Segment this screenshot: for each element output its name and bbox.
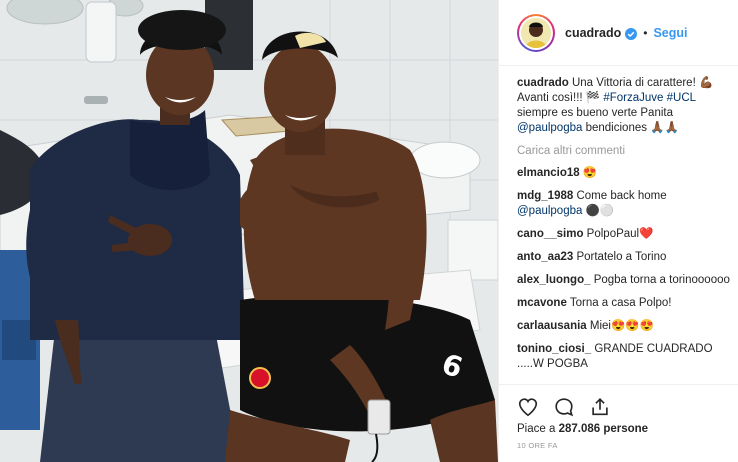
- header-separator: •: [643, 25, 648, 40]
- hashtag-ucl[interactable]: #UCL: [667, 92, 696, 104]
- comment-suffix: ⚫⚪: [582, 205, 615, 217]
- follow-button[interactable]: Segui: [653, 26, 687, 40]
- comment-text: Torna a casa Polpo!: [566, 297, 672, 309]
- post-caption: cuadrado Una Vittoria di carattere! 💪🏾 A…: [517, 76, 731, 136]
- comment-item: mdg_1988 Come back home @paulpogba ⚫⚪: [517, 189, 731, 219]
- caption-text-2: siempre es bueno verte Panita: [517, 107, 673, 119]
- comment-item: carlaausania Miei😍😍😍: [517, 319, 731, 334]
- post-header: cuadrado • Segui: [499, 0, 738, 66]
- comment-text: PolpoPaul❤️: [583, 228, 654, 240]
- share-icon[interactable]: [589, 396, 611, 418]
- comment-item: tonino_ciosi_ GRANDE CUADRADO .....W POG…: [517, 342, 731, 372]
- comments-section: cuadrado Una Vittoria di carattere! 💪🏾 A…: [517, 76, 731, 380]
- comment-username[interactable]: mdg_1988: [517, 190, 573, 202]
- comment-text: Portatelo a Torino: [573, 251, 667, 263]
- avatar-photo: [521, 17, 551, 48]
- likes-number: 287.086: [558, 423, 601, 435]
- comment-username[interactable]: mcavone: [517, 297, 567, 309]
- caption-text-3: bendiciones 🙏🏾🙏🏾: [582, 122, 679, 134]
- comment-item: mcavone Torna a casa Polpo!: [517, 296, 731, 311]
- comment-username[interactable]: anto_aa23: [517, 251, 573, 263]
- likes-prefix: Piace a: [517, 423, 559, 435]
- post-sidebar: cuadrado • Segui cuadrado Una Vittoria d…: [498, 0, 738, 462]
- post-photo[interactable]: 6: [0, 0, 498, 462]
- comment-username[interactable]: elmancio18: [517, 167, 580, 179]
- avatar[interactable]: [517, 13, 555, 52]
- comment-username[interactable]: carlaausania: [517, 320, 587, 332]
- comment-item: alex_luongo_ Pogba torna a torinoooooo: [517, 273, 731, 288]
- likes-suffix: persone: [600, 423, 649, 435]
- comment-username[interactable]: tonino_ciosi_: [517, 343, 591, 355]
- comment-text: Miei😍😍😍: [586, 320, 654, 332]
- comment-text: Come back home: [573, 190, 667, 202]
- action-bar: [517, 395, 738, 419]
- verified-badge-icon: [625, 27, 638, 40]
- comment-mention[interactable]: @paulpogba: [517, 205, 582, 217]
- likes-count[interactable]: Piace a 287.086 persone: [517, 423, 738, 435]
- comment-item: anto_aa23 Portatelo a Torino: [517, 250, 731, 265]
- mention-paulpogba[interactable]: @paulpogba: [517, 122, 582, 134]
- comment-item: cano__simo PolpoPaul❤️: [517, 227, 731, 242]
- comment-text: Pogba torna a torinoooooo: [590, 274, 730, 286]
- post-footer: Piace a 287.086 persone 10 ORE FA: [499, 384, 738, 462]
- comment-item: elmancio18 😍: [517, 166, 731, 181]
- hashtag-forzajuve[interactable]: #ForzaJuve: [603, 92, 663, 104]
- comment-username[interactable]: cano__simo: [517, 228, 583, 240]
- post-timestamp: 10 ORE FA: [517, 441, 558, 450]
- heart-icon[interactable]: [517, 396, 539, 418]
- comment-username[interactable]: alex_luongo_: [517, 274, 591, 286]
- photo-illustration: 6: [0, 0, 498, 462]
- comment-bubble-icon[interactable]: [553, 396, 575, 418]
- caption-username[interactable]: cuadrado: [517, 77, 569, 89]
- comment-text: 😍: [579, 167, 598, 179]
- load-more-comments-button[interactable]: Carica altri commenti: [517, 144, 731, 159]
- post-username[interactable]: cuadrado: [565, 26, 621, 40]
